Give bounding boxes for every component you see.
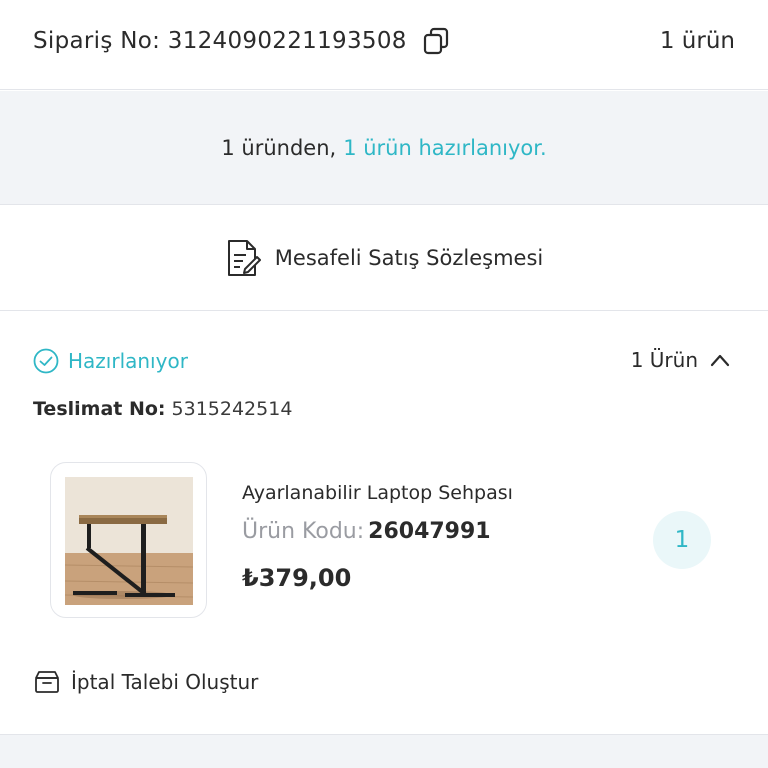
quantity-badge: 1 (653, 511, 711, 569)
bottom-divider-band (0, 734, 768, 768)
contract-label: Mesafeli Satış Sözleşmesi (274, 246, 544, 270)
order-number-text: Sipariş No: 3124090221193508 (33, 28, 407, 54)
shipment-count-label: 1 Ürün (630, 348, 698, 372)
cancel-request-button[interactable]: İptal Talebi Oluştur (33, 670, 258, 694)
box-icon (35, 671, 59, 693)
product-code-label: Ürün Kodu: (242, 519, 365, 544)
order-status-summary: 1 üründen, 1 ürün hazırlanıyor. (0, 91, 768, 205)
copy-icon[interactable] (421, 26, 451, 56)
order-header: Sipariş No: 3124090221193508 1 ürün (0, 0, 768, 90)
document-edit-icon (227, 240, 261, 276)
distance-sales-contract-link[interactable]: Mesafeli Satış Sözleşmesi (0, 206, 768, 311)
order-number: Sipariş No: 3124090221193508 (33, 26, 451, 56)
laptop-table-image (65, 477, 193, 605)
chevron-up-icon (710, 354, 730, 367)
product-image[interactable] (50, 462, 207, 618)
check-circle-icon (33, 348, 59, 374)
shipment-status-text: Hazırlanıyor (68, 349, 188, 373)
shipment-status: Hazırlanıyor (33, 348, 188, 374)
shipment-card: Hazırlanıyor 1 Ürün Teslimat No: 53152425… (0, 312, 768, 734)
delivery-number-label: Teslimat No: (33, 398, 166, 420)
cancel-request-label: İptal Talebi Oluştur (71, 670, 259, 694)
status-summary-prefix: 1 üründen, (221, 135, 337, 160)
product-code-value: 26047991 (368, 519, 491, 544)
status-summary-highlight: 1 ürün hazırlanıyor. (343, 135, 547, 160)
delivery-number-value: 5315242514 (171, 398, 293, 420)
product-price: ₺379,00 (242, 564, 352, 592)
product-code: Ürün Kodu: 26047991 (242, 519, 491, 544)
product-name[interactable]: Ayarlanabilir Laptop Sehpası (242, 482, 513, 504)
order-item-count: 1 ürün (659, 28, 735, 54)
shipment-collapse-toggle[interactable]: 1 Ürün (631, 348, 730, 372)
delivery-number: Teslimat No: 5315242514 (33, 398, 292, 420)
